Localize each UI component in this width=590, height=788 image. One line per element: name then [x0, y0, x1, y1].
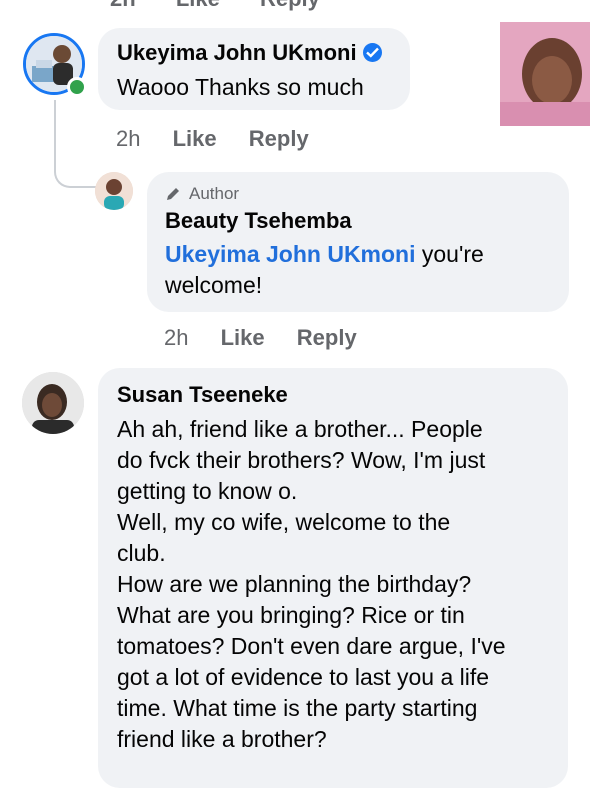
comment-line: got a lot of evidence to last you a life: [117, 664, 490, 690]
reply-button[interactable]: Reply: [249, 126, 309, 151]
author-badge: Author: [165, 184, 239, 204]
author-name[interactable]: Ukeyima John UKmoni: [117, 40, 357, 65]
comment-line: Ah ah, friend like a brother... People: [117, 416, 483, 442]
comment-text: Waooo Thanks so much: [117, 74, 364, 100]
comment-line: do fvck their brothers? Wow, I'm just: [117, 447, 486, 473]
comment-line: tomatoes? Don't even dare argue, I've: [117, 633, 506, 659]
reply-button[interactable]: Reply: [297, 325, 357, 350]
reply-button[interactable]: Reply: [260, 0, 320, 11]
time-label[interactable]: 2h: [164, 325, 188, 350]
comment-line: getting to know o.: [117, 478, 298, 504]
comment-actions: 2h Like Reply: [116, 126, 309, 152]
time-label[interactable]: 2h: [116, 126, 140, 151]
reply-text: Ukeyima John UKmoni you're welcome!: [165, 239, 560, 301]
avatar[interactable]: [95, 172, 133, 210]
like-button[interactable]: Like: [221, 325, 265, 350]
reply-actions: 2h Like Reply: [164, 325, 357, 351]
mention-link[interactable]: Ukeyima John UKmoni: [165, 241, 416, 267]
comment-line: time. What time is the party starting: [117, 695, 478, 721]
comment-line: Well, my co wife, welcome to the: [117, 509, 451, 535]
avatar[interactable]: [22, 372, 84, 434]
comment-author[interactable]: Ukeyima John UKmoni: [117, 40, 382, 66]
time-label: 2h: [110, 0, 136, 11]
verified-badge-icon: [362, 43, 382, 62]
comment-line: friend like a brother?: [117, 726, 327, 752]
online-status-dot: [67, 77, 87, 97]
comment-author[interactable]: Susan Tseeneke: [117, 382, 288, 408]
reply-text-line1: you're: [415, 241, 484, 267]
thread-connector-line: [54, 100, 96, 188]
author-badge-label: Author: [189, 184, 240, 203]
reply-author[interactable]: Beauty Tsehemba: [165, 208, 352, 234]
like-button[interactable]: Like: [176, 0, 220, 11]
comment-line: How are we planning the birthday?: [117, 571, 472, 597]
pencil-icon: [167, 188, 179, 200]
like-button[interactable]: Like: [173, 126, 217, 151]
profile-photo: [500, 22, 590, 126]
comment-text: Ah ah, friend like a brother... People d…: [117, 414, 562, 755]
comment-line: club.: [117, 540, 166, 566]
reply-text-line2: welcome!: [165, 272, 263, 298]
comment-line: What are you bringing? Rice or tin: [117, 602, 465, 628]
previous-comment-actions: 2h Like Reply: [110, 0, 354, 12]
